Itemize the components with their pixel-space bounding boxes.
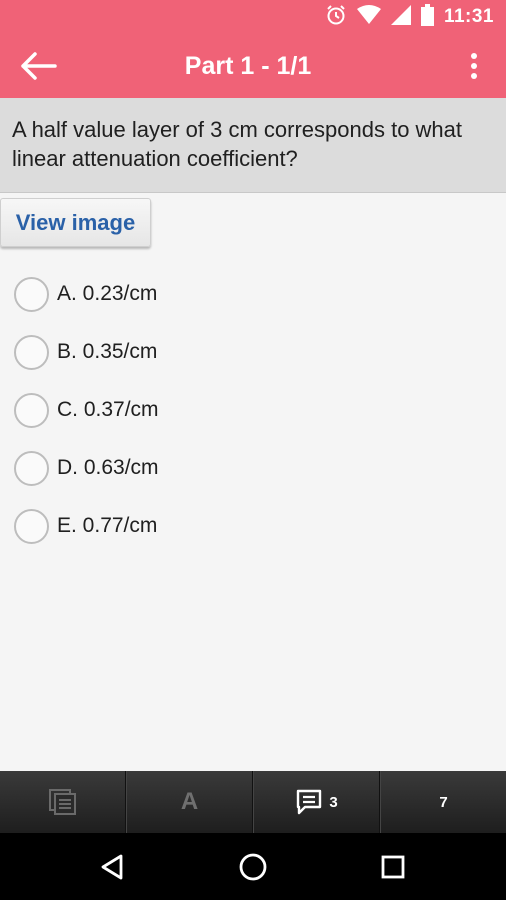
font-size-icon: A	[180, 788, 199, 815]
overflow-menu-button[interactable]	[466, 50, 482, 82]
notes-icon	[48, 789, 76, 815]
option-d[interactable]: D. 0.63/cm	[14, 448, 159, 488]
nav-back-button[interactable]	[92, 847, 132, 887]
bottom-toolbar: A 3 7	[0, 771, 506, 833]
radio-button[interactable]	[14, 508, 49, 544]
status-time: 11:31	[443, 6, 494, 27]
option-label: A. 0.23/cm	[57, 282, 158, 305]
system-nav-bar	[0, 833, 506, 900]
app-bar: Part 1 - 1/1	[0, 34, 506, 98]
option-label: E. 0.77/cm	[57, 514, 158, 537]
option-label: D. 0.63/cm	[57, 456, 159, 479]
font-size-button[interactable]: A	[126, 771, 253, 833]
page-title: Part 1 - 1/1	[184, 52, 312, 80]
counter-button[interactable]: 7	[380, 771, 506, 833]
comment-count: 3	[329, 793, 338, 811]
wifi-icon	[356, 4, 381, 30]
back-nav-icon	[101, 854, 123, 880]
comment-icon	[297, 789, 322, 815]
recents-nav-icon	[381, 855, 405, 879]
home-nav-icon	[239, 853, 267, 881]
nav-recents-button[interactable]	[373, 847, 413, 887]
alarm-icon	[325, 4, 347, 31]
status-icons: 11:31	[325, 0, 494, 34]
radio-button[interactable]	[14, 276, 49, 312]
status-bar: 11:31	[0, 0, 506, 34]
notes-button[interactable]	[0, 771, 126, 833]
option-e[interactable]: E. 0.77/cm	[14, 506, 157, 546]
option-a[interactable]: A. 0.23/cm	[14, 274, 157, 314]
radio-button[interactable]	[14, 334, 49, 370]
radio-button[interactable]	[14, 450, 49, 486]
question-text: A half value layer of 3 cm corresponds t…	[0, 98, 506, 193]
option-c[interactable]: C. 0.37/cm	[14, 390, 159, 430]
radio-button[interactable]	[14, 392, 49, 428]
option-label: B. 0.35/cm	[57, 340, 158, 363]
option-b[interactable]: B. 0.35/cm	[14, 332, 157, 372]
more-vert-icon	[471, 53, 477, 79]
nav-home-button[interactable]	[233, 847, 273, 887]
battery-icon	[420, 3, 434, 31]
comments-button[interactable]: 3	[253, 771, 380, 833]
view-image-button[interactable]: View image	[0, 198, 151, 247]
option-label: C. 0.37/cm	[57, 398, 159, 421]
signal-icon	[390, 4, 411, 30]
counter-value: 7	[439, 793, 448, 811]
